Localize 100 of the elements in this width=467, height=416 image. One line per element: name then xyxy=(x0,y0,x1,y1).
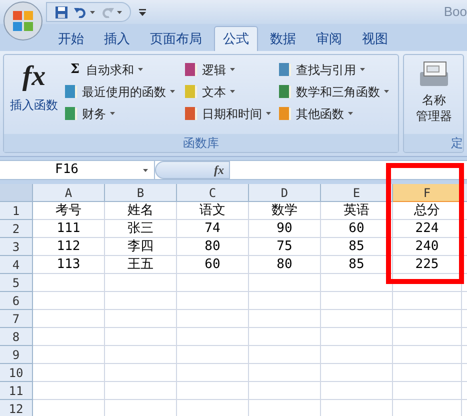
row-header[interactable]: 4 xyxy=(0,256,33,274)
table-cell[interactable]: 语文 xyxy=(177,202,249,220)
row-header[interactable]: 10 xyxy=(0,364,33,382)
ribbon-tab[interactable]: 公式 xyxy=(214,26,258,51)
empty-cell[interactable] xyxy=(249,346,321,364)
table-cell[interactable]: 75 xyxy=(249,238,321,256)
undo-icon[interactable] xyxy=(74,6,87,18)
empty-cell[interactable] xyxy=(321,382,393,400)
empty-cell[interactable] xyxy=(177,310,249,328)
table-cell[interactable]: 111 xyxy=(33,220,105,238)
empty-cell[interactable] xyxy=(249,292,321,310)
ribbon-button[interactable]: 查找与引用 xyxy=(278,60,396,79)
empty-cell[interactable] xyxy=(105,364,177,382)
empty-cell[interactable] xyxy=(393,364,462,382)
table-cell[interactable]: 85 xyxy=(321,256,393,274)
empty-cell[interactable] xyxy=(177,346,249,364)
table-cell[interactable]: 李四 xyxy=(105,238,177,256)
select-all-corner[interactable] xyxy=(0,184,33,202)
empty-cell[interactable] xyxy=(393,310,462,328)
column-header[interactable]: C xyxy=(177,184,249,202)
ribbon-button[interactable]: 其他函数 xyxy=(278,104,396,123)
empty-cell[interactable] xyxy=(321,292,393,310)
table-cell[interactable]: 240 xyxy=(393,238,462,256)
ribbon-button[interactable]: 日期和时间 xyxy=(184,104,276,123)
row-header[interactable]: 11 xyxy=(0,382,33,400)
empty-cell[interactable] xyxy=(177,274,249,292)
empty-cell[interactable] xyxy=(249,364,321,382)
table-cell[interactable]: 113 xyxy=(33,256,105,274)
empty-cell[interactable] xyxy=(105,274,177,292)
table-cell[interactable]: 60 xyxy=(177,256,249,274)
table-cell[interactable]: 112 xyxy=(33,238,105,256)
table-cell[interactable]: 90 xyxy=(249,220,321,238)
empty-cell[interactable] xyxy=(105,310,177,328)
save-icon[interactable] xyxy=(55,6,68,18)
row-header[interactable]: 6 xyxy=(0,292,33,310)
empty-cell[interactable] xyxy=(393,292,462,310)
column-header[interactable]: B xyxy=(105,184,177,202)
office-button[interactable] xyxy=(3,1,43,41)
empty-cell[interactable] xyxy=(249,310,321,328)
empty-cell[interactable] xyxy=(393,346,462,364)
insert-function-button[interactable]: fx xyxy=(155,161,230,179)
empty-cell[interactable] xyxy=(321,346,393,364)
empty-cell[interactable] xyxy=(105,382,177,400)
empty-cell[interactable] xyxy=(321,310,393,328)
table-cell[interactable]: 80 xyxy=(249,256,321,274)
row-header[interactable]: 8 xyxy=(0,328,33,346)
row-header[interactable]: 7 xyxy=(0,310,33,328)
empty-cell[interactable] xyxy=(393,328,462,346)
row-header[interactable]: 9 xyxy=(0,346,33,364)
ribbon-button[interactable]: 数学和三角函数 xyxy=(278,82,396,101)
empty-cell[interactable] xyxy=(321,328,393,346)
table-cell[interactable]: 考号 xyxy=(33,202,105,220)
ribbon-tab[interactable]: 页面布局 xyxy=(142,26,210,51)
column-header[interactable]: E xyxy=(321,184,393,202)
table-cell[interactable]: 60 xyxy=(321,220,393,238)
table-cell[interactable]: 王五 xyxy=(105,256,177,274)
ribbon-tab[interactable]: 开始 xyxy=(50,26,92,51)
row-header[interactable]: 2 xyxy=(0,220,33,238)
empty-cell[interactable] xyxy=(105,292,177,310)
empty-cell[interactable] xyxy=(105,346,177,364)
table-cell[interactable]: 姓名 xyxy=(105,202,177,220)
column-header[interactable]: F xyxy=(393,184,462,202)
ribbon-tab[interactable]: 审阅 xyxy=(308,26,350,51)
ribbon-tab[interactable]: 数据 xyxy=(262,26,304,51)
row-header[interactable]: 5 xyxy=(0,274,33,292)
table-cell[interactable]: 张三 xyxy=(105,220,177,238)
row-header[interactable]: 3 xyxy=(0,238,33,256)
empty-cell[interactable] xyxy=(321,274,393,292)
empty-cell[interactable] xyxy=(177,382,249,400)
empty-cell[interactable] xyxy=(177,292,249,310)
ribbon-button[interactable]: 逻辑 xyxy=(184,60,276,79)
empty-cell[interactable] xyxy=(249,382,321,400)
row-header[interactable]: 12 xyxy=(0,400,33,416)
customize-toolbar-icon[interactable] xyxy=(139,8,146,16)
row-header[interactable]: 1 xyxy=(0,202,33,220)
table-cell[interactable]: 数学 xyxy=(249,202,321,220)
empty-cell[interactable] xyxy=(105,328,177,346)
ribbon-button[interactable]: 财务 xyxy=(64,104,182,123)
empty-cell[interactable] xyxy=(177,364,249,382)
column-header[interactable]: D xyxy=(249,184,321,202)
ribbon-button[interactable]: fx 插入函数 xyxy=(6,58,62,134)
ribbon-tab[interactable]: 插入 xyxy=(96,26,138,51)
empty-cell[interactable] xyxy=(393,382,462,400)
table-cell[interactable]: 总分 xyxy=(393,202,462,220)
table-cell[interactable]: 80 xyxy=(177,238,249,256)
ribbon-button[interactable]: Σ 自动求和 xyxy=(64,60,182,79)
empty-cell[interactable] xyxy=(249,274,321,292)
ribbon-button[interactable]: 文本 xyxy=(184,82,276,101)
empty-cell[interactable] xyxy=(177,328,249,346)
column-header[interactable]: A xyxy=(33,184,105,202)
table-cell[interactable]: 85 xyxy=(321,238,393,256)
empty-cell[interactable] xyxy=(249,328,321,346)
ribbon-button[interactable]: 最近使用的函数 xyxy=(64,82,182,101)
table-cell[interactable]: 英语 xyxy=(321,202,393,220)
ribbon-button[interactable]: 名称 管理器 xyxy=(406,58,462,134)
table-cell[interactable]: 74 xyxy=(177,220,249,238)
table-cell[interactable]: 225 xyxy=(393,256,462,274)
table-cell[interactable]: 224 xyxy=(393,220,462,238)
empty-cell[interactable] xyxy=(321,364,393,382)
ribbon-tab[interactable]: 视图 xyxy=(354,26,396,51)
